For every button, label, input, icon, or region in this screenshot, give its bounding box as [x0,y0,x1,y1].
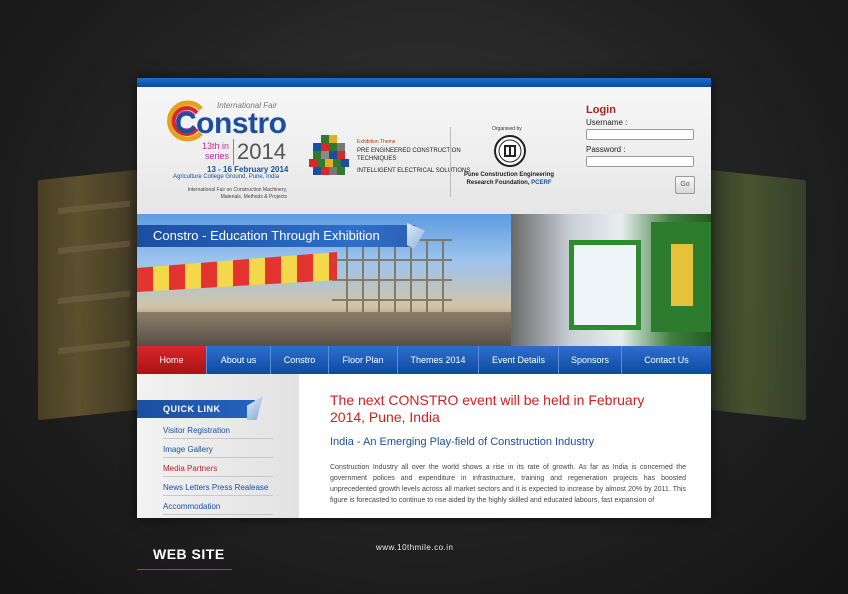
theme-label: Exhibition Theme [357,139,396,145]
pcerf-seal-icon [494,135,526,167]
main-content: The next CONSTRO event will be held in F… [299,374,711,518]
go-button[interactable]: Go [675,176,695,194]
tent-canopy-image [137,252,337,292]
quick-link-title: QUICK LINK [137,400,255,418]
nav-contact-us[interactable]: Contact Us [622,346,711,374]
nav-about-us[interactable]: About us [207,346,271,374]
yellow-panel-image [671,244,693,306]
organised-by-label: Organised by [492,126,522,132]
password-input[interactable] [586,156,694,167]
username-input[interactable] [586,129,694,140]
preview-page-left [38,169,138,421]
content-subheading: India - An Emerging Play-field of Constr… [330,436,595,448]
password-label: Password : [586,145,626,154]
main-nav: Home About us Constro Floor Plan Themes … [137,346,711,374]
year-label: 2014 [233,139,286,165]
brand-name: Constro [175,107,287,140]
nav-floor-plan[interactable]: Floor Plan [329,346,398,374]
header-divider [450,127,451,197]
quick-link-visitor-registration[interactable]: Visitor Registration [163,426,273,439]
footer-url: www.10thmile.co.in [376,543,454,552]
hero-banner: Constro - Education Through Exhibition [137,214,711,346]
label-underline [137,569,232,570]
content-body: Construction Industry all over the world… [330,464,686,504]
nav-themes-2014[interactable]: Themes 2014 [398,346,479,374]
quick-link-accommodation[interactable]: Accommodation [163,502,273,515]
organizer-name: Pune Construction Engineering Research F… [457,171,561,187]
event-headline: The next CONSTRO event will be held in F… [330,392,645,425]
quick-link-media-partners[interactable]: Media Partners [163,464,273,477]
website-mockup: International Fair Constro 13th in serie… [137,78,711,518]
nav-constro[interactable]: Constro [271,346,329,374]
section-label: WEB SITE [153,546,225,562]
organizer-abbr: PCERF [531,180,552,186]
nav-event-details[interactable]: Event Details [479,346,559,374]
quick-link-news-letters[interactable]: News Letters Press Realease [163,483,273,496]
event-venue: Agriculture College Ground, Pune, India [173,174,280,180]
quick-link-image-gallery[interactable]: Image Gallery [163,445,273,458]
quick-link-sidebar: QUICK LINK Visitor Registration Image Ga… [137,374,299,518]
series-label: 13th in series [201,141,229,161]
login-title: Login [586,104,616,116]
preview-page-right [708,169,806,421]
nav-sponsors[interactable]: Sponsors [559,346,622,374]
top-bar [137,78,711,87]
nav-home[interactable]: Home [137,346,207,374]
banner-tagline: Constro - Education Through Exhibition [137,225,415,247]
ground-image [137,312,517,346]
username-label: Username : [586,118,628,127]
event-dates: 13 - 16 February 2014 [207,165,289,174]
cubes-icon [309,135,349,175]
booth-image [569,240,641,330]
theme-1: PRE ENGINEERED CONSTRUCTION TECHNIQUES [357,148,461,162]
site-header: International Fair Constro 13th in serie… [137,87,711,214]
event-description: International Fair on Construction Machi… [187,187,287,200]
